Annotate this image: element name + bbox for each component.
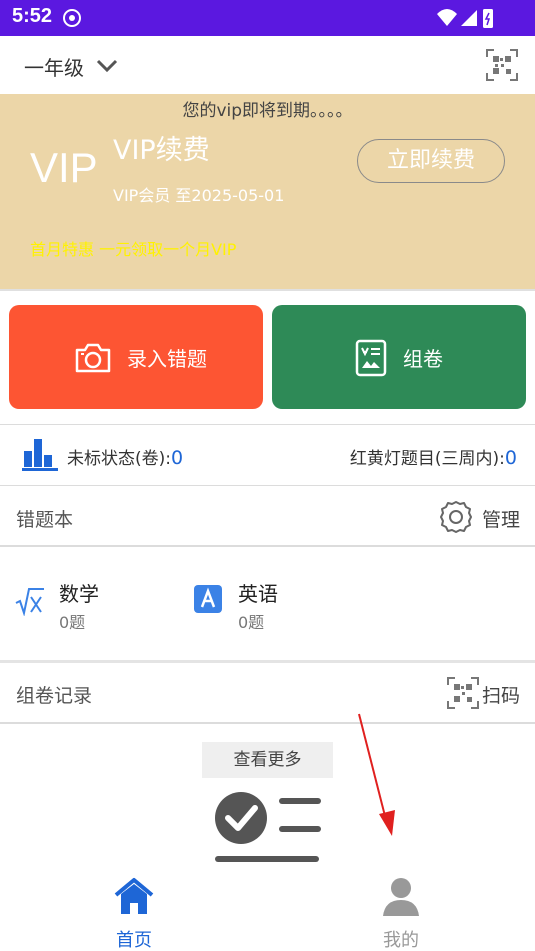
top-bar: 一年级: [0, 36, 535, 94]
bottom-tab-bar: 首页 我的: [0, 866, 535, 951]
person-icon: [383, 878, 419, 916]
qr-scan-icon[interactable]: [486, 49, 518, 81]
traffic-light-label: 红黄灯题目(三周内):: [349, 449, 505, 469]
chevron-down-icon[interactable]: [95, 58, 119, 74]
renew-button[interactable]: 立即续费: [357, 139, 505, 183]
subject-math[interactable]: 数学 0题: [15, 576, 155, 636]
signal-battery-icon: [437, 9, 493, 28]
vip-logo-text: VIP: [30, 144, 98, 191]
letter-a-icon: [194, 585, 222, 613]
tab-mine[interactable]: 我的: [356, 874, 446, 951]
unmarked-status-value: 0: [171, 447, 184, 469]
record-errors-label: 录入错题: [127, 347, 207, 371]
error-book-header: 错题本 管理: [0, 487, 535, 547]
vip-promo-link[interactable]: 首月特惠 一元领取一个月VIP: [30, 236, 236, 260]
subject-english[interactable]: 英语 0题: [194, 576, 334, 636]
vip-title: VIP续费: [113, 135, 210, 166]
vip-member-until: VIP会员 至2025-05-01: [113, 186, 285, 205]
divider: [0, 289, 535, 291]
view-more-button[interactable]: 查看更多: [202, 742, 333, 778]
vip-expire-notice: 您的vip即将到期。。。。: [182, 101, 353, 121]
status-time: 5:52: [12, 5, 53, 27]
divider: [0, 722, 535, 724]
qr-scan-icon[interactable]: [447, 677, 479, 709]
tab-mine-label: 我的: [383, 930, 419, 951]
grade-selector[interactable]: 一年级: [24, 52, 84, 81]
status-bar: 5:52: [0, 0, 535, 36]
subject-count: 0题: [59, 613, 86, 632]
gear-icon[interactable]: [438, 499, 474, 535]
annotation-arrow: [358, 713, 395, 836]
subject-name: 英语: [238, 582, 278, 606]
unmarked-status-label: 未标状态(卷):: [67, 449, 171, 469]
error-book-title: 错题本: [16, 509, 74, 531]
tab-home-label: 首页: [116, 930, 152, 951]
subject-name: 数学: [59, 582, 99, 606]
paper-icon: [355, 339, 387, 377]
stats-row: 未标状态(卷):0 红黄灯题目(三周内):0: [0, 424, 535, 486]
traffic-light-value: 0: [504, 447, 517, 469]
paper-records-header: 组卷记录 扫码: [0, 663, 535, 723]
shield-icon: [63, 9, 81, 27]
traffic-light-stat[interactable]: 红黄灯题目(三周内):0: [350, 444, 517, 469]
scan-button[interactable]: 扫码: [482, 681, 520, 708]
compose-paper-button[interactable]: 组卷: [272, 305, 526, 409]
vip-banner: 您的vip即将到期。。。。 VIP VIP续费 VIP会员 至2025-05-0…: [0, 94, 535, 289]
record-errors-button[interactable]: 录入错题: [9, 305, 263, 409]
tab-home[interactable]: 首页: [89, 874, 179, 951]
compose-paper-label: 组卷: [403, 347, 443, 371]
home-icon: [114, 878, 154, 914]
subject-count: 0题: [238, 613, 265, 632]
empty-list-icon: [215, 792, 321, 862]
manage-button[interactable]: 管理: [482, 505, 520, 532]
sqrt-x-icon: [15, 588, 44, 616]
divider: [0, 545, 535, 547]
unmarked-status-stat[interactable]: 未标状态(卷):0: [67, 444, 183, 469]
bar-chart-icon: [22, 439, 58, 471]
camera-icon: [75, 343, 111, 373]
paper-records-title: 组卷记录: [16, 685, 93, 707]
